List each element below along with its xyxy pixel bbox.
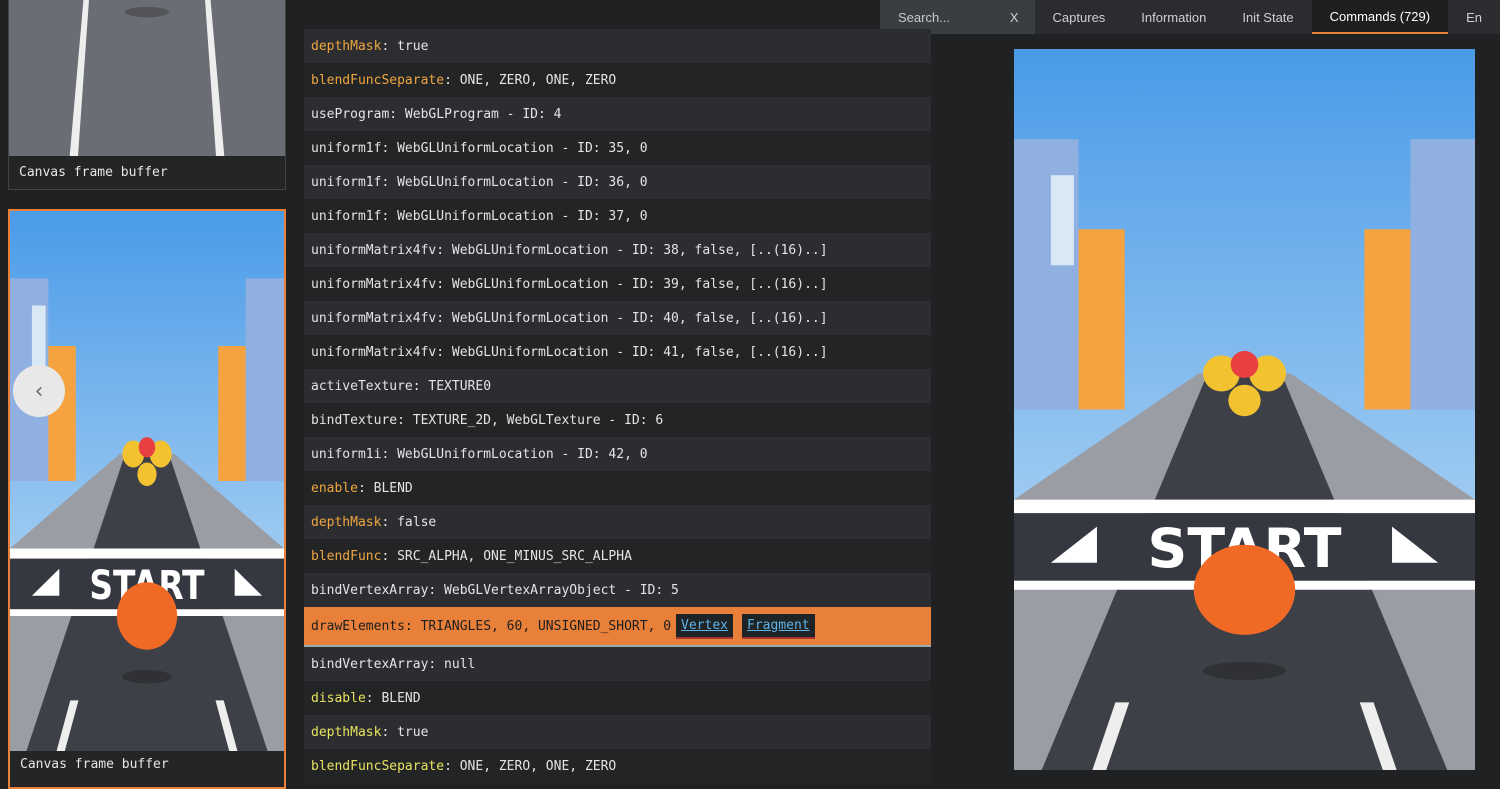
tab-commands[interactable]: Commands (729) bbox=[1311, 0, 1449, 34]
command-row-bindTexture[interactable]: bindTexture: TEXTURE_2D, WebGLTexture - … bbox=[304, 403, 931, 437]
command-name: blendFunc bbox=[311, 548, 382, 564]
command-name: uniform1f bbox=[311, 208, 382, 224]
frame-buffer-image: START bbox=[10, 211, 284, 751]
command-row-depthMask[interactable]: depthMask: true bbox=[304, 715, 931, 749]
command-args: : true bbox=[381, 38, 429, 54]
command-args: : BLEND bbox=[357, 480, 413, 496]
command-row-uniform1f[interactable]: uniform1f: WebGLUniformLocation - ID: 35… bbox=[304, 131, 931, 165]
command-args: : WebGLUniformLocation - ID: 40, false, … bbox=[436, 310, 828, 326]
command-row-useProgram[interactable]: useProgram: WebGLProgram - ID: 4 bbox=[304, 97, 931, 131]
top-bar: X Captures Information Init State Comman… bbox=[880, 0, 1500, 34]
clear-search-button[interactable]: X bbox=[1010, 10, 1019, 25]
command-name: uniform1i bbox=[311, 446, 382, 462]
command-args: : BLEND bbox=[365, 690, 421, 706]
command-name: uniform1f bbox=[311, 174, 382, 190]
command-row-uniformMatrix4fv[interactable]: uniformMatrix4fv: WebGLUniformLocation -… bbox=[304, 301, 931, 335]
thumbnail-caption: Canvas frame buffer bbox=[19, 164, 168, 180]
command-row-disable[interactable]: disable: BLEND bbox=[304, 681, 931, 715]
command-args: : WebGLUniformLocation - ID: 42, 0 bbox=[381, 446, 648, 462]
command-row-enable[interactable]: enable: BLEND bbox=[304, 471, 931, 505]
command-args: : WebGLUniformLocation - ID: 38, false, … bbox=[436, 242, 828, 258]
command-name: drawElements bbox=[311, 618, 405, 634]
command-name: depthMask bbox=[311, 724, 382, 740]
command-name: uniform1f bbox=[311, 140, 382, 156]
command-name: bindTexture bbox=[311, 412, 398, 428]
command-args: : WebGLUniformLocation - ID: 39, false, … bbox=[436, 276, 828, 292]
command-name: uniformMatrix4fv bbox=[311, 310, 437, 326]
command-name: depthMask bbox=[311, 514, 382, 530]
command-row-uniformMatrix4fv[interactable]: uniformMatrix4fv: WebGLUniformLocation -… bbox=[304, 267, 931, 301]
command-name: uniformMatrix4fv bbox=[311, 276, 437, 292]
command-args: : TRIANGLES, 60, UNSIGNED_SHORT, 0 bbox=[404, 618, 672, 634]
command-name: disable bbox=[311, 690, 366, 706]
command-args: : TEXTURE_2D, WebGLTexture - ID: 6 bbox=[397, 412, 664, 428]
command-name: uniformMatrix4fv bbox=[311, 242, 437, 258]
command-row-blendFunc[interactable]: blendFunc: SRC_ALPHA, ONE_MINUS_SRC_ALPH… bbox=[304, 539, 931, 573]
thumbnail-canvas-frame-buffer-1[interactable]: Canvas frame buffer bbox=[8, 0, 286, 190]
command-row-blendFuncSeparate[interactable]: blendFuncSeparate: ONE, ZERO, ONE, ZERO bbox=[304, 63, 931, 97]
command-row-uniformMatrix4fv[interactable]: uniformMatrix4fv: WebGLUniformLocation -… bbox=[304, 233, 931, 267]
command-row-uniform1f[interactable]: uniform1f: WebGLUniformLocation - ID: 36… bbox=[304, 165, 931, 199]
command-args: : ONE, ZERO, ONE, ZERO bbox=[444, 72, 617, 88]
tab-init-state[interactable]: Init State bbox=[1224, 0, 1311, 34]
command-args: : WebGLUniformLocation - ID: 35, 0 bbox=[381, 140, 648, 156]
command-name: enable bbox=[311, 480, 358, 496]
command-args: : WebGLUniformLocation - ID: 41, false, … bbox=[436, 344, 828, 360]
chevron-left-icon[interactable]: ‹ bbox=[13, 365, 65, 417]
command-row-drawElements[interactable]: drawElements: TRIANGLES, 60, UNSIGNED_SH… bbox=[304, 607, 931, 647]
command-row-uniform1f[interactable]: uniform1f: WebGLUniformLocation - ID: 37… bbox=[304, 199, 931, 233]
command-args: : WebGLUniformLocation - ID: 36, 0 bbox=[381, 174, 648, 190]
command-row-activeTexture[interactable]: activeTexture: TEXTURE0 bbox=[304, 369, 931, 403]
command-row-bindVertexArray[interactable]: bindVertexArray: null bbox=[304, 647, 931, 681]
vertex-shader-link[interactable]: Vertex bbox=[676, 613, 733, 639]
command-name: uniformMatrix4fv bbox=[311, 344, 437, 360]
command-row-blendFuncSeparate[interactable]: blendFuncSeparate: ONE, ZERO, ONE, ZERO bbox=[304, 749, 931, 783]
command-args: : WebGLVertexArrayObject - ID: 5 bbox=[428, 582, 679, 598]
command-name: blendFuncSeparate bbox=[311, 72, 445, 88]
search-input[interactable] bbox=[898, 9, 1008, 25]
command-name: bindVertexArray bbox=[311, 582, 429, 598]
command-args: : WebGLProgram - ID: 4 bbox=[389, 106, 562, 122]
tab-end-state[interactable]: En bbox=[1448, 0, 1500, 34]
command-name: useProgram bbox=[311, 106, 390, 122]
thumbnail-caption: Canvas frame buffer bbox=[20, 756, 169, 772]
command-args: : TEXTURE0 bbox=[412, 378, 492, 394]
command-args: : false bbox=[381, 514, 437, 530]
command-args: : ONE, ZERO, ONE, ZERO bbox=[444, 758, 617, 774]
command-name: depthMask bbox=[311, 38, 382, 54]
command-row-bindVertexArray[interactable]: bindVertexArray: WebGLVertexArrayObject … bbox=[304, 573, 931, 607]
command-name: activeTexture bbox=[311, 378, 413, 394]
frame-preview-image: START bbox=[1014, 49, 1475, 770]
command-args: : WebGLUniformLocation - ID: 37, 0 bbox=[381, 208, 648, 224]
tab-captures[interactable]: Captures bbox=[1035, 0, 1124, 34]
thumbnail-canvas-frame-buffer-2[interactable]: START Canvas frame buffer bbox=[8, 209, 286, 789]
command-list: depthMask: true blendFuncSeparate: ONE, Z… bbox=[304, 29, 931, 783]
command-name: bindVertexArray bbox=[311, 656, 429, 672]
command-args: : true bbox=[381, 724, 429, 740]
command-row-uniform1i[interactable]: uniform1i: WebGLUniformLocation - ID: 42… bbox=[304, 437, 931, 471]
tab-information[interactable]: Information bbox=[1123, 0, 1224, 34]
command-row-uniformMatrix4fv[interactable]: uniformMatrix4fv: WebGLUniformLocation -… bbox=[304, 335, 931, 369]
command-name: blendFuncSeparate bbox=[311, 758, 445, 774]
command-row-depthMask[interactable]: depthMask: false bbox=[304, 505, 931, 539]
command-row-depthMask[interactable]: depthMask: true bbox=[304, 29, 931, 63]
command-args: : SRC_ALPHA, ONE_MINUS_SRC_ALPHA bbox=[381, 548, 632, 564]
fragment-shader-link[interactable]: Fragment bbox=[742, 613, 815, 639]
command-args: : null bbox=[428, 656, 476, 672]
frame-buffer-image bbox=[9, 0, 285, 156]
